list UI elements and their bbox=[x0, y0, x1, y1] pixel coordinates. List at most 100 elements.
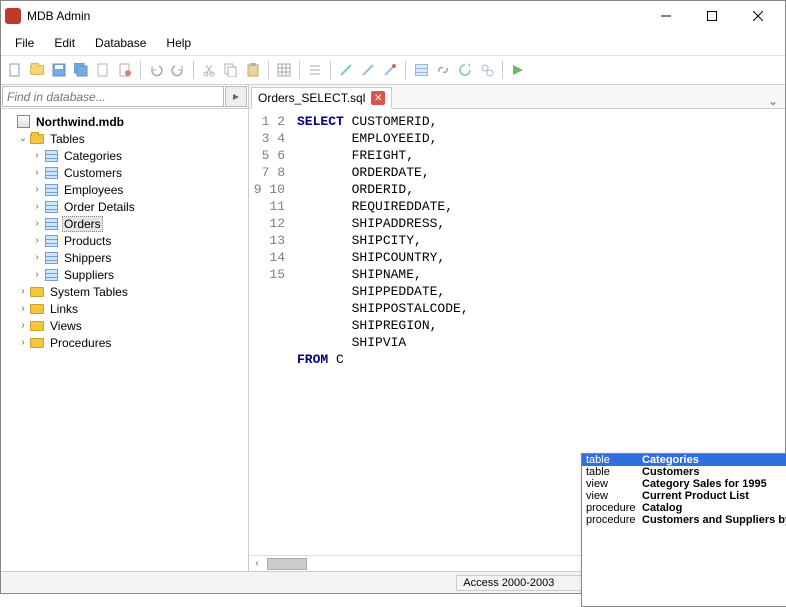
tree-table-item[interactable]: ›Employees bbox=[3, 181, 246, 198]
grid-icon[interactable] bbox=[274, 60, 294, 80]
autocomplete-item-selected[interactable]: tableCategories bbox=[582, 454, 786, 466]
list-icon[interactable] bbox=[305, 60, 325, 80]
search-go-button[interactable] bbox=[225, 86, 247, 107]
collapse-icon[interactable]: ⌄ bbox=[17, 133, 29, 144]
window-title: MDB Admin bbox=[27, 9, 643, 23]
table-icon bbox=[43, 200, 59, 214]
separator bbox=[330, 61, 331, 79]
scroll-left-icon[interactable]: ‹ bbox=[249, 558, 265, 569]
expand-icon[interactable]: › bbox=[17, 303, 29, 314]
separator bbox=[140, 61, 141, 79]
expand-icon[interactable]: › bbox=[31, 150, 43, 161]
tree-system-tables-node[interactable]: ›System Tables bbox=[3, 283, 246, 300]
wand2-icon[interactable] bbox=[358, 60, 378, 80]
tree-db-node[interactable]: Northwind.mdb bbox=[3, 113, 246, 130]
undo-icon[interactable] bbox=[146, 60, 166, 80]
gears-icon[interactable] bbox=[477, 60, 497, 80]
tree-table-item[interactable]: ›Customers bbox=[3, 164, 246, 181]
table-icon bbox=[43, 234, 59, 248]
tree-table-item[interactable]: ›Categories bbox=[3, 147, 246, 164]
folder-icon bbox=[29, 336, 45, 350]
table-icon bbox=[43, 166, 59, 180]
table-icon bbox=[43, 183, 59, 197]
expand-icon[interactable]: › bbox=[17, 320, 29, 331]
tree-table-item[interactable]: ›Order Details bbox=[3, 198, 246, 215]
expand-icon[interactable]: › bbox=[17, 337, 29, 348]
tab-overflow-icon[interactable]: ⌄ bbox=[765, 94, 781, 108]
doc-icon[interactable] bbox=[93, 60, 113, 80]
autocomplete-list: tableCategories tableCustomers viewCateg… bbox=[582, 454, 786, 606]
separator bbox=[193, 61, 194, 79]
tab-label: Orders_SELECT.sql bbox=[258, 91, 365, 105]
editor-tab[interactable]: Orders_SELECT.sql ✕ bbox=[251, 87, 392, 109]
maximize-button[interactable] bbox=[689, 1, 735, 31]
wand1-icon[interactable] bbox=[336, 60, 356, 80]
minimize-button[interactable] bbox=[643, 1, 689, 31]
tree-views-node[interactable]: ›Views bbox=[3, 317, 246, 334]
folder-icon bbox=[29, 319, 45, 333]
left-panel: Northwind.mdb ⌄Tables ›Categories ›Custo… bbox=[1, 85, 249, 571]
expand-icon[interactable]: › bbox=[31, 184, 43, 195]
save-all-icon[interactable] bbox=[71, 60, 91, 80]
folder-icon bbox=[29, 302, 45, 316]
redo-icon[interactable] bbox=[168, 60, 188, 80]
autocomplete-item[interactable]: procedureCustomers and Suppliers by C bbox=[582, 514, 786, 526]
new-icon[interactable] bbox=[5, 60, 25, 80]
database-tree[interactable]: Northwind.mdb ⌄Tables ›Categories ›Custo… bbox=[1, 109, 248, 571]
table-icon bbox=[43, 268, 59, 282]
open-icon[interactable] bbox=[27, 60, 47, 80]
toolbar bbox=[1, 55, 785, 85]
right-panel: Orders_SELECT.sql ✕ ⌄ 1 2 3 4 5 6 7 8 9 … bbox=[249, 85, 785, 571]
search-row bbox=[1, 85, 248, 109]
link-icon[interactable] bbox=[433, 60, 453, 80]
app-icon bbox=[5, 8, 21, 24]
separator bbox=[268, 61, 269, 79]
table-icon bbox=[43, 149, 59, 163]
separator bbox=[502, 61, 503, 79]
doc-delete-icon[interactable] bbox=[115, 60, 135, 80]
run-icon[interactable] bbox=[508, 60, 528, 80]
autocomplete-item[interactable]: procedureCatalog bbox=[582, 502, 786, 514]
tree-tables-node[interactable]: ⌄Tables bbox=[3, 130, 246, 147]
paste-icon[interactable] bbox=[243, 60, 263, 80]
expand-icon[interactable]: › bbox=[31, 167, 43, 178]
expand-icon[interactable]: › bbox=[31, 235, 43, 246]
tree-procedures-node[interactable]: ›Procedures bbox=[3, 334, 246, 351]
folder-icon bbox=[29, 132, 45, 146]
menu-database[interactable]: Database bbox=[87, 33, 154, 53]
refresh-icon[interactable] bbox=[455, 60, 475, 80]
close-button[interactable] bbox=[735, 1, 781, 31]
autocomplete-item[interactable]: viewCategory Sales for 1995 bbox=[582, 478, 786, 490]
expand-icon[interactable]: › bbox=[31, 269, 43, 280]
menu-edit[interactable]: Edit bbox=[46, 33, 83, 53]
autocomplete-popup[interactable]: tableCategories tableCustomers viewCateg… bbox=[581, 453, 786, 607]
expand-icon[interactable]: › bbox=[31, 201, 43, 212]
expand-icon[interactable]: › bbox=[31, 252, 43, 263]
menu-help[interactable]: Help bbox=[158, 33, 199, 53]
wand3-icon[interactable] bbox=[380, 60, 400, 80]
scroll-thumb[interactable] bbox=[267, 558, 307, 570]
tree-table-item[interactable]: ›Shippers bbox=[3, 249, 246, 266]
tree-table-item[interactable]: ›Suppliers bbox=[3, 266, 246, 283]
cut-icon[interactable] bbox=[199, 60, 219, 80]
menu-file[interactable]: File bbox=[7, 33, 42, 53]
autocomplete-item[interactable]: viewCurrent Product List bbox=[582, 490, 786, 502]
database-icon bbox=[15, 115, 31, 129]
expand-icon[interactable]: › bbox=[31, 218, 43, 229]
folder-icon bbox=[29, 285, 45, 299]
separator bbox=[405, 61, 406, 79]
tree-links-node[interactable]: ›Links bbox=[3, 300, 246, 317]
table-icon bbox=[43, 217, 59, 231]
tree-table-item-selected[interactable]: ›Orders bbox=[3, 215, 246, 232]
menu-bar: File Edit Database Help bbox=[1, 31, 785, 55]
table-icon bbox=[43, 251, 59, 265]
search-input[interactable] bbox=[2, 86, 224, 107]
copy-icon[interactable] bbox=[221, 60, 241, 80]
expand-icon[interactable]: › bbox=[17, 286, 29, 297]
tab-close-icon[interactable]: ✕ bbox=[371, 91, 385, 105]
tree-table-item[interactable]: ›Products bbox=[3, 232, 246, 249]
table-tool-icon[interactable] bbox=[411, 60, 431, 80]
save-icon[interactable] bbox=[49, 60, 69, 80]
title-bar: MDB Admin bbox=[1, 1, 785, 31]
autocomplete-item[interactable]: tableCustomers bbox=[582, 466, 786, 478]
